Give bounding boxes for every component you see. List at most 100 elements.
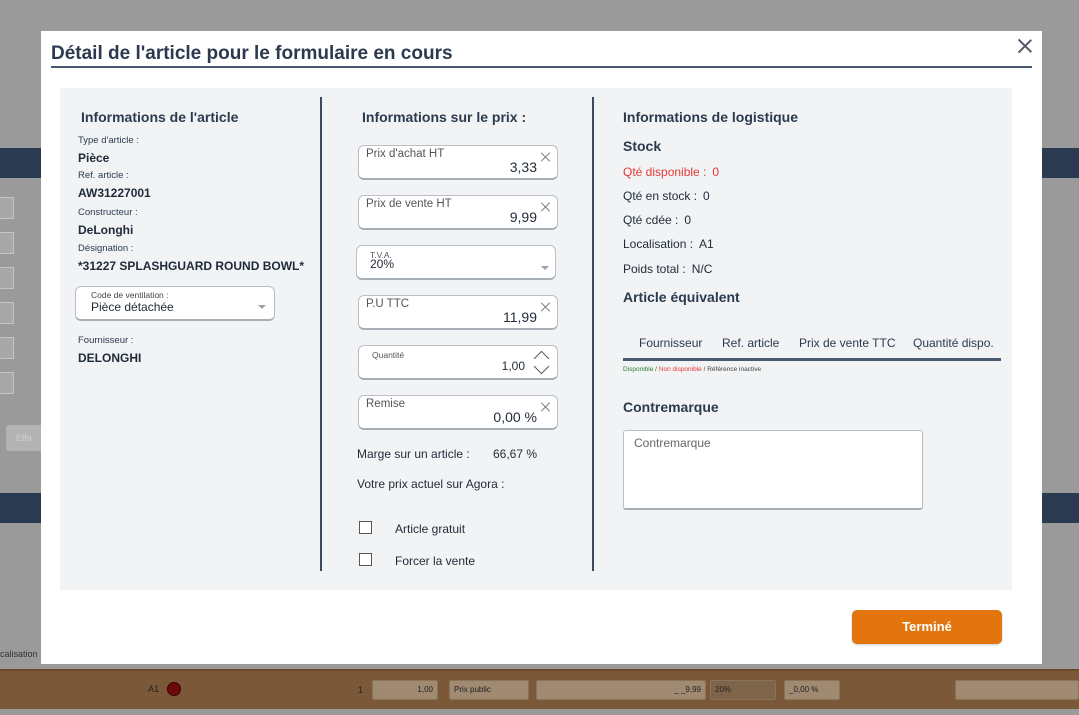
prix-achat-label: Prix d'achat HT (366, 148, 445, 160)
designation-label: Désignation : (78, 243, 134, 254)
fournisseur-label: Fournisseur : (78, 335, 134, 346)
agora-price-label: Votre prix actuel sur Agora : (357, 477, 505, 491)
marge-value: 66,67 % (493, 447, 538, 461)
bg-table-row: A1 1 1,00 Prix public _ _9,99 20% _0,00 … (0, 669, 1079, 709)
equivalent-table-header: Fournisseur Ref. article Prix de vente T… (623, 325, 1001, 361)
ref-value: AW31227001 (78, 186, 151, 200)
type-value: Pièce (78, 151, 110, 165)
done-button[interactable]: Terminé (852, 610, 1002, 644)
qte-cdee-label: Qté cdée : (623, 213, 679, 227)
contremarque-textarea[interactable]: Contremarque (623, 430, 923, 510)
bg-row-status-dot-icon (167, 682, 181, 696)
article-equivalent-heading: Article équivalent (623, 289, 740, 305)
quantite-value: 1,00 (501, 359, 525, 373)
qte-cdee: Qté cdée : 0 (623, 213, 691, 227)
contremarque-heading: Contremarque (623, 399, 719, 415)
qte-cdee-value: 0 (684, 213, 692, 227)
close-icon[interactable] (1016, 37, 1034, 55)
clear-icon[interactable] (541, 152, 551, 162)
poids-total-label: Poids total : (623, 262, 686, 276)
bg-row-tva: 20% (710, 680, 776, 700)
column-header[interactable]: Prix de vente TTC (799, 336, 895, 350)
pu-ttc-input[interactable]: P.U TTC 11,99 (358, 295, 558, 330)
bg-field (0, 302, 14, 324)
bg-row-price: _ _9,99 (536, 680, 706, 700)
clear-icon[interactable] (541, 302, 551, 312)
bg-field (0, 337, 14, 359)
chevron-down-icon (258, 305, 266, 309)
localisation-label: Localisation : (623, 237, 694, 251)
tva-value: 20% (370, 257, 395, 271)
legend-inactive: Référence inactive (707, 366, 762, 373)
remise-input[interactable]: Remise 0,00 % (358, 395, 558, 430)
remise-label: Remise (366, 398, 405, 410)
constructeur-label: Constructeur : (78, 207, 138, 218)
bg-row-location: A1 (148, 684, 160, 694)
legend-non-disponible: Non disponible (658, 366, 702, 373)
quantite-stepper-arrows[interactable] (533, 348, 553, 378)
bg-field (0, 267, 14, 289)
modal-title: Détail de l'article pour le formulaire e… (51, 43, 453, 64)
logistics-heading: Informations de logistique (623, 109, 799, 125)
ventilation-select[interactable]: Code de ventilation : Pièce détachée (75, 286, 275, 321)
prix-vente-label: Prix de vente HT (366, 198, 452, 210)
marge-label: Marge sur un article : (357, 447, 470, 461)
constructeur-value: DeLonghi (78, 223, 134, 237)
column-header[interactable]: Quantité dispo. (913, 336, 994, 350)
price-info-heading: Informations sur le prix : (362, 109, 527, 125)
prix-vente-input[interactable]: Prix de vente HT 9,99 (358, 195, 558, 230)
pu-ttc-label: P.U TTC (366, 298, 410, 310)
bg-row-price-type: Prix public (449, 680, 529, 700)
tva-select[interactable]: T.V.A. 20% (356, 245, 556, 280)
article-info-heading: Informations de l'article (81, 109, 239, 125)
chevron-down-icon (541, 266, 549, 270)
clear-icon[interactable] (541, 402, 551, 412)
prix-achat-input[interactable]: Prix d'achat HT 3,33 (358, 145, 558, 180)
qte-disponible-label: Qté disponible : (623, 165, 707, 179)
bg-row-qty: 1,00 (372, 680, 438, 700)
bg-field (0, 197, 14, 219)
remise-value: 0,00 % (493, 409, 537, 425)
qte-en-stock-label: Qté en stock : (623, 189, 698, 203)
quantite-label: Quantité (372, 350, 405, 360)
detail-panel: Informations de l'article Type d'article… (60, 88, 1012, 590)
bg-row-remise: _0,00 % (784, 680, 840, 700)
qte-disponible-value: 0 (712, 165, 720, 179)
bg-row-index: 1 (358, 685, 364, 695)
availability-legend: Disponible / Non disponible / Référence … (623, 366, 761, 373)
article-gratuit-checkbox[interactable] (359, 521, 372, 534)
qte-disponible: Qté disponible : 0 (623, 165, 719, 179)
bg-field (0, 372, 14, 394)
bg-effacer-button: Effa (6, 425, 46, 451)
stock-heading: Stock (623, 138, 662, 154)
bg-row-empty-field (955, 680, 1079, 700)
type-label: Type d'article : (78, 135, 139, 146)
column-divider (320, 97, 322, 571)
poids-total: Poids total : N/C (623, 262, 712, 276)
column-header[interactable]: Ref. article (722, 336, 779, 350)
localisation: Localisation : A1 (623, 237, 714, 251)
ventilation-label: Code de ventilation : (91, 290, 169, 300)
forcer-vente-checkbox[interactable] (359, 553, 372, 566)
ref-label: Ref. article : (78, 170, 129, 181)
column-header[interactable]: Fournisseur (639, 336, 702, 350)
quantite-stepper[interactable]: Quantité 1,00 (358, 345, 558, 380)
pu-ttc-value: 11,99 (503, 309, 537, 325)
column-divider (592, 97, 594, 571)
localisation-value: A1 (699, 237, 714, 251)
prix-achat-value: 3,33 (509, 159, 537, 175)
designation-value: *31227 SPLASHGUARD ROUND BOWL* (78, 259, 305, 273)
clear-icon[interactable] (541, 202, 551, 212)
title-divider (51, 66, 1032, 68)
qte-en-stock: Qté en stock : 0 (623, 189, 710, 203)
legend-disponible: Disponible (623, 366, 654, 373)
article-gratuit-label: Article gratuit (395, 522, 466, 536)
bg-localisation-header: calisation (0, 649, 38, 659)
qte-en-stock-value: 0 (703, 189, 710, 203)
poids-total-value: N/C (691, 262, 713, 276)
ventilation-value: Pièce détachée (91, 300, 174, 314)
bg-field (0, 232, 14, 254)
forcer-vente-label: Forcer la vente (395, 554, 476, 568)
prix-vente-value: 9,99 (509, 209, 537, 225)
article-detail-modal: Détail de l'article pour le formulaire e… (41, 31, 1042, 664)
